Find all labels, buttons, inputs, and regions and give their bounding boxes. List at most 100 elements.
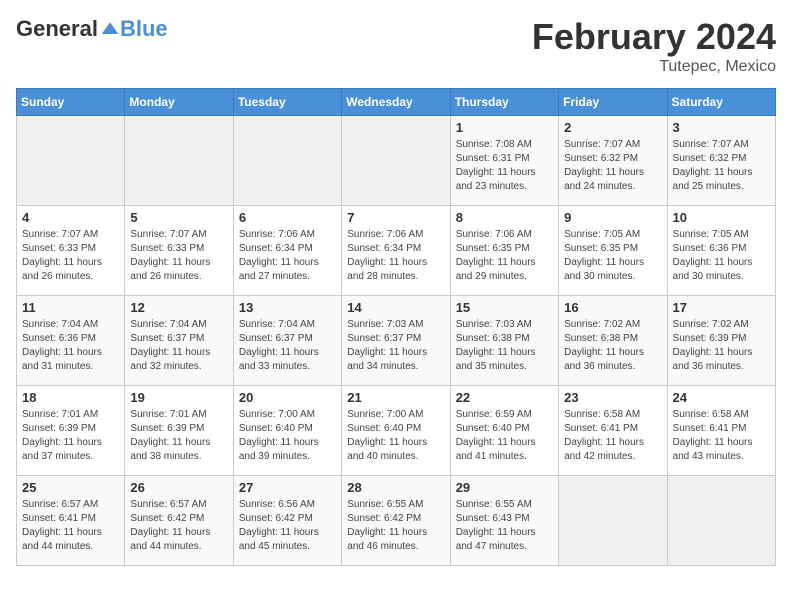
calendar-cell: 18 Sunrise: 7:01 AM Sunset: 6:39 PM Dayli… — [17, 386, 125, 476]
day-info: Sunrise: 6:59 AM Sunset: 6:40 PM Dayligh… — [456, 408, 553, 464]
day-info: Sunrise: 7:06 AM Sunset: 6:34 PM Dayligh… — [347, 228, 444, 284]
calendar-cell: 7 Sunrise: 7:06 AM Sunset: 6:34 PM Daylig… — [342, 206, 450, 296]
day-number: 15 — [456, 300, 553, 315]
day-number: 1 — [456, 120, 553, 135]
day-info: Sunrise: 6:57 AM Sunset: 6:42 PM Dayligh… — [130, 498, 227, 554]
title-block: February 2024 Tutepec, Mexico — [532, 16, 776, 76]
day-number: 22 — [456, 390, 553, 405]
weekday-header-sunday: Sunday — [17, 89, 125, 116]
day-info: Sunrise: 6:58 AM Sunset: 6:41 PM Dayligh… — [564, 408, 661, 464]
calendar-cell: 9Sunrise: 7:05 AM Sunset: 6:35 PM Daylig… — [559, 206, 667, 296]
calendar-cell: 2Sunrise: 7:07 AM Sunset: 6:32 PM Daylig… — [559, 116, 667, 206]
day-number: 25 — [22, 480, 119, 495]
calendar-cell: 28Sunrise: 6:55 AM Sunset: 6:42 PM Dayli… — [342, 476, 450, 566]
day-number: 11 — [22, 300, 119, 315]
day-info: Sunrise: 7:02 AM Sunset: 6:38 PM Dayligh… — [564, 318, 661, 374]
day-info: Sunrise: 6:56 AM Sunset: 6:42 PM Dayligh… — [239, 498, 336, 554]
calendar-cell: 23 Sunrise: 6:58 AM Sunset: 6:41 PM Dayli… — [559, 386, 667, 476]
day-info: Sunrise: 7:07 AM Sunset: 6:33 PM Dayligh… — [22, 228, 119, 284]
day-info: Sunrise: 7:03 AM Sunset: 6:37 PM Dayligh… — [347, 318, 444, 374]
calendar-cell: 19 Sunrise: 7:01 AM Sunset: 6:39 PM Dayli… — [125, 386, 233, 476]
day-number: 7 — [347, 210, 444, 225]
day-number: 12 — [130, 300, 227, 315]
day-info: Sunrise: 7:00 AM Sunset: 6:40 PM Dayligh… — [347, 408, 444, 464]
day-number: 18 — [22, 390, 119, 405]
weekday-header-tuesday: Tuesday — [233, 89, 341, 116]
day-info: Sunrise: 7:07 AM Sunset: 6:33 PM Dayligh… — [130, 228, 227, 284]
calendar-cell — [125, 116, 233, 206]
calendar-cell: 11Sunrise: 7:04 AM Sunset: 6:36 PM Dayli… — [17, 296, 125, 386]
calendar-cell: 24 Sunrise: 6:58 AM Sunset: 6:41 PM Dayli… — [667, 386, 775, 476]
weekday-header-friday: Friday — [559, 89, 667, 116]
calendar-cell: 26 Sunrise: 6:57 AM Sunset: 6:42 PM Dayli… — [125, 476, 233, 566]
calendar-title: February 2024 — [532, 16, 776, 58]
day-info: Sunrise: 7:03 AM Sunset: 6:38 PM Dayligh… — [456, 318, 553, 374]
day-info: Sunrise: 7:05 AM Sunset: 6:36 PM Dayligh… — [673, 228, 770, 284]
day-number: 13 — [239, 300, 336, 315]
calendar-cell: 21Sunrise: 7:00 AM Sunset: 6:40 PM Dayli… — [342, 386, 450, 476]
calendar-cell: 22 Sunrise: 6:59 AM Sunset: 6:40 PM Dayli… — [450, 386, 558, 476]
weekday-header-saturday: Saturday — [667, 89, 775, 116]
day-number: 3 — [673, 120, 770, 135]
day-number: 6 — [239, 210, 336, 225]
day-info: Sunrise: 7:04 AM Sunset: 6:37 PM Dayligh… — [130, 318, 227, 374]
calendar-cell: 27 Sunrise: 6:56 AM Sunset: 6:42 PM Dayli… — [233, 476, 341, 566]
day-number: 24 — [673, 390, 770, 405]
day-number: 27 — [239, 480, 336, 495]
calendar-cell: 10 Sunrise: 7:05 AM Sunset: 6:36 PM Dayli… — [667, 206, 775, 296]
day-info: Sunrise: 7:01 AM Sunset: 6:39 PM Dayligh… — [130, 408, 227, 464]
calendar-week-row: 4 Sunrise: 7:07 AM Sunset: 6:33 PM Daylig… — [17, 206, 776, 296]
day-info: Sunrise: 7:00 AM Sunset: 6:40 PM Dayligh… — [239, 408, 336, 464]
day-info: Sunrise: 7:06 AM Sunset: 6:34 PM Dayligh… — [239, 228, 336, 284]
day-number: 8 — [456, 210, 553, 225]
logo: General Blue — [16, 16, 168, 42]
logo-general: General — [16, 16, 98, 42]
calendar-cell — [559, 476, 667, 566]
calendar-cell: 12 Sunrise: 7:04 AM Sunset: 6:37 PM Dayli… — [125, 296, 233, 386]
calendar-week-row: 11Sunrise: 7:04 AM Sunset: 6:36 PM Dayli… — [17, 296, 776, 386]
weekday-header-row: SundayMondayTuesdayWednesdayThursdayFrid… — [17, 89, 776, 116]
day-info: Sunrise: 6:55 AM Sunset: 6:43 PM Dayligh… — [456, 498, 553, 554]
day-info: Sunrise: 7:06 AM Sunset: 6:35 PM Dayligh… — [456, 228, 553, 284]
day-number: 5 — [130, 210, 227, 225]
calendar-cell: 13 Sunrise: 7:04 AM Sunset: 6:37 PM Dayli… — [233, 296, 341, 386]
day-number: 4 — [22, 210, 119, 225]
calendar-location: Tutepec, Mexico — [532, 58, 776, 76]
calendar-cell — [17, 116, 125, 206]
day-number: 17 — [673, 300, 770, 315]
day-number: 19 — [130, 390, 227, 405]
calendar-cell: 6 Sunrise: 7:06 AM Sunset: 6:34 PM Daylig… — [233, 206, 341, 296]
calendar-cell: 15 Sunrise: 7:03 AM Sunset: 6:38 PM Dayli… — [450, 296, 558, 386]
calendar-week-row: 25Sunrise: 6:57 AM Sunset: 6:41 PM Dayli… — [17, 476, 776, 566]
calendar-cell: 25Sunrise: 6:57 AM Sunset: 6:41 PM Dayli… — [17, 476, 125, 566]
calendar-cell: 5 Sunrise: 7:07 AM Sunset: 6:33 PM Daylig… — [125, 206, 233, 296]
logo-icon — [100, 19, 120, 39]
day-info: Sunrise: 7:07 AM Sunset: 6:32 PM Dayligh… — [564, 138, 661, 194]
calendar-cell: 16 Sunrise: 7:02 AM Sunset: 6:38 PM Dayli… — [559, 296, 667, 386]
calendar-cell: 20 Sunrise: 7:00 AM Sunset: 6:40 PM Dayli… — [233, 386, 341, 476]
page-header: General Blue February 2024 Tutepec, Mexi… — [16, 16, 776, 76]
day-number: 28 — [347, 480, 444, 495]
day-number: 20 — [239, 390, 336, 405]
calendar-cell — [233, 116, 341, 206]
day-info: Sunrise: 6:58 AM Sunset: 6:41 PM Dayligh… — [673, 408, 770, 464]
day-info: Sunrise: 7:02 AM Sunset: 6:39 PM Dayligh… — [673, 318, 770, 374]
day-info: Sunrise: 7:07 AM Sunset: 6:32 PM Dayligh… — [673, 138, 770, 194]
day-number: 10 — [673, 210, 770, 225]
day-number: 26 — [130, 480, 227, 495]
day-info: Sunrise: 7:08 AM Sunset: 6:31 PM Dayligh… — [456, 138, 553, 194]
calendar-cell — [667, 476, 775, 566]
calendar-week-row: 18 Sunrise: 7:01 AM Sunset: 6:39 PM Dayli… — [17, 386, 776, 476]
day-number: 23 — [564, 390, 661, 405]
day-number: 16 — [564, 300, 661, 315]
calendar-week-row: 1 Sunrise: 7:08 AM Sunset: 6:31 PM Daylig… — [17, 116, 776, 206]
day-info: Sunrise: 7:01 AM Sunset: 6:39 PM Dayligh… — [22, 408, 119, 464]
calendar-cell: 1 Sunrise: 7:08 AM Sunset: 6:31 PM Daylig… — [450, 116, 558, 206]
day-number: 14 — [347, 300, 444, 315]
day-info: Sunrise: 7:04 AM Sunset: 6:37 PM Dayligh… — [239, 318, 336, 374]
day-number: 29 — [456, 480, 553, 495]
calendar-cell: 4 Sunrise: 7:07 AM Sunset: 6:33 PM Daylig… — [17, 206, 125, 296]
weekday-header-thursday: Thursday — [450, 89, 558, 116]
calendar-cell: 3 Sunrise: 7:07 AM Sunset: 6:32 PM Daylig… — [667, 116, 775, 206]
calendar-cell: 14 Sunrise: 7:03 AM Sunset: 6:37 PM Dayli… — [342, 296, 450, 386]
